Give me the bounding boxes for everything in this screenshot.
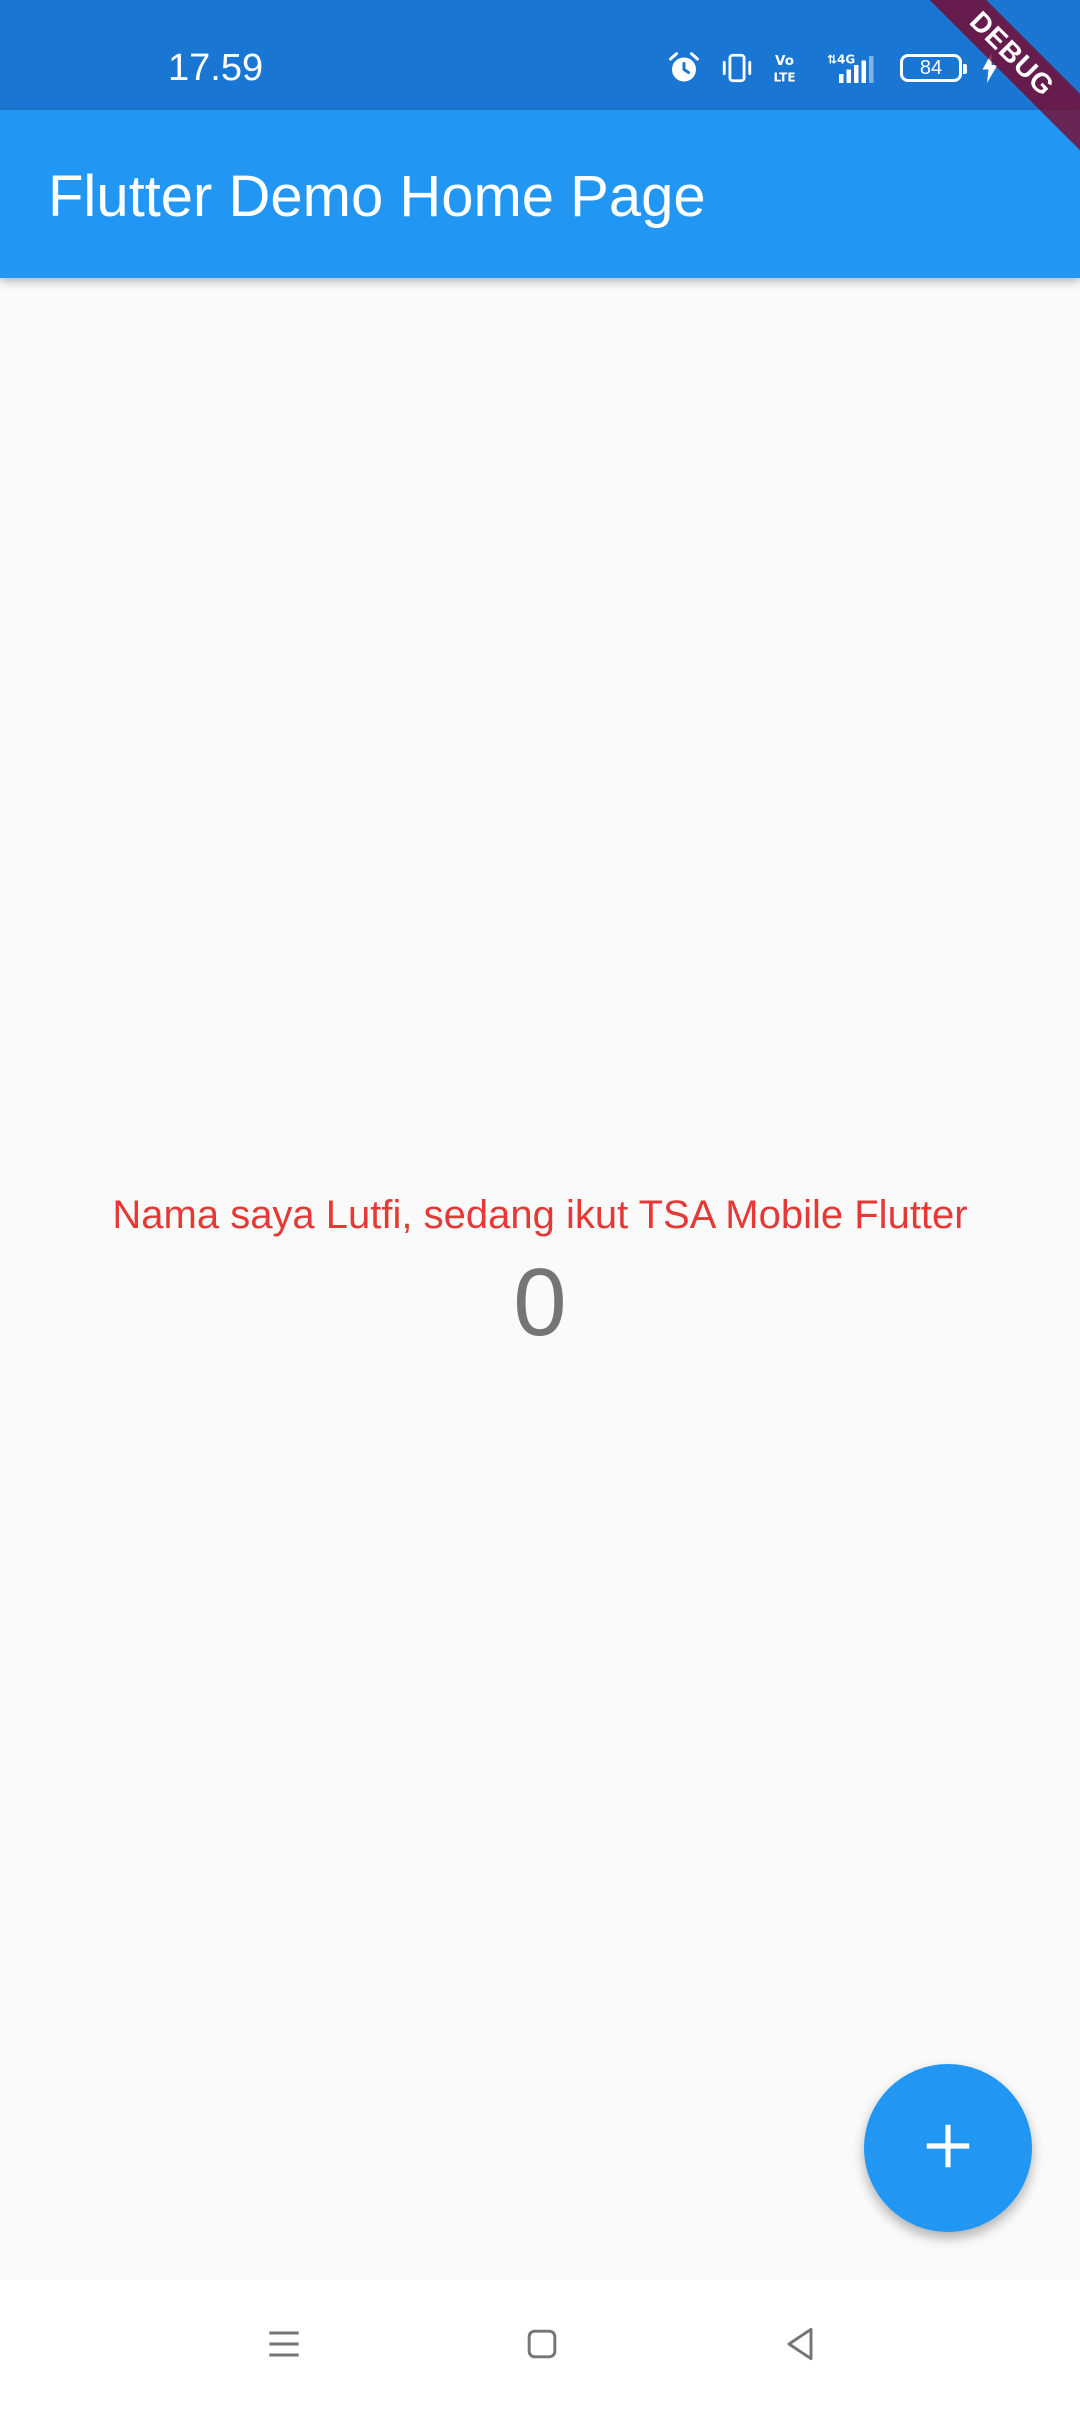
home-square-icon (520, 2322, 564, 2371)
nav-menu-button[interactable] (254, 2316, 314, 2376)
app-title: Flutter Demo Home Page (48, 164, 706, 229)
navigation-bar (0, 2280, 1080, 2412)
svg-text:⇅4G: ⇅4G (827, 53, 855, 67)
app-bar: Flutter Demo Home Page (0, 110, 1080, 278)
nav-back-button[interactable] (770, 2316, 830, 2376)
home-content: Nama saya Lutfi, sedang ikut TSA Mobile … (0, 278, 1080, 2280)
menu-icon (262, 2322, 306, 2371)
volte-icon: Vo LTE (772, 50, 808, 86)
intro-message: Nama saya Lutfi, sedang ikut TSA Mobile … (112, 1193, 968, 1237)
nav-home-button[interactable] (512, 2316, 572, 2376)
battery-icon: 84 (900, 54, 967, 82)
signal-4g-icon: ⇅4G (826, 50, 882, 86)
vibrate-icon (720, 50, 754, 86)
screen: 17.59 Vo LTE ⇅4G 84 DEBUG Flutter Demo H… (0, 0, 1080, 2412)
back-triangle-icon (778, 2322, 822, 2371)
increment-button[interactable] (864, 2064, 1032, 2232)
counter-value: 0 (513, 1249, 567, 1356)
status-icons: Vo LTE ⇅4G 84 (666, 46, 1000, 90)
svg-text:Vo: Vo (775, 53, 794, 69)
plus-icon (920, 2118, 976, 2179)
status-bar: 17.59 Vo LTE ⇅4G 84 (0, 0, 1080, 110)
svg-text:LTE: LTE (774, 71, 796, 85)
status-time: 17.59 (168, 47, 264, 89)
alarm-icon (666, 50, 702, 86)
